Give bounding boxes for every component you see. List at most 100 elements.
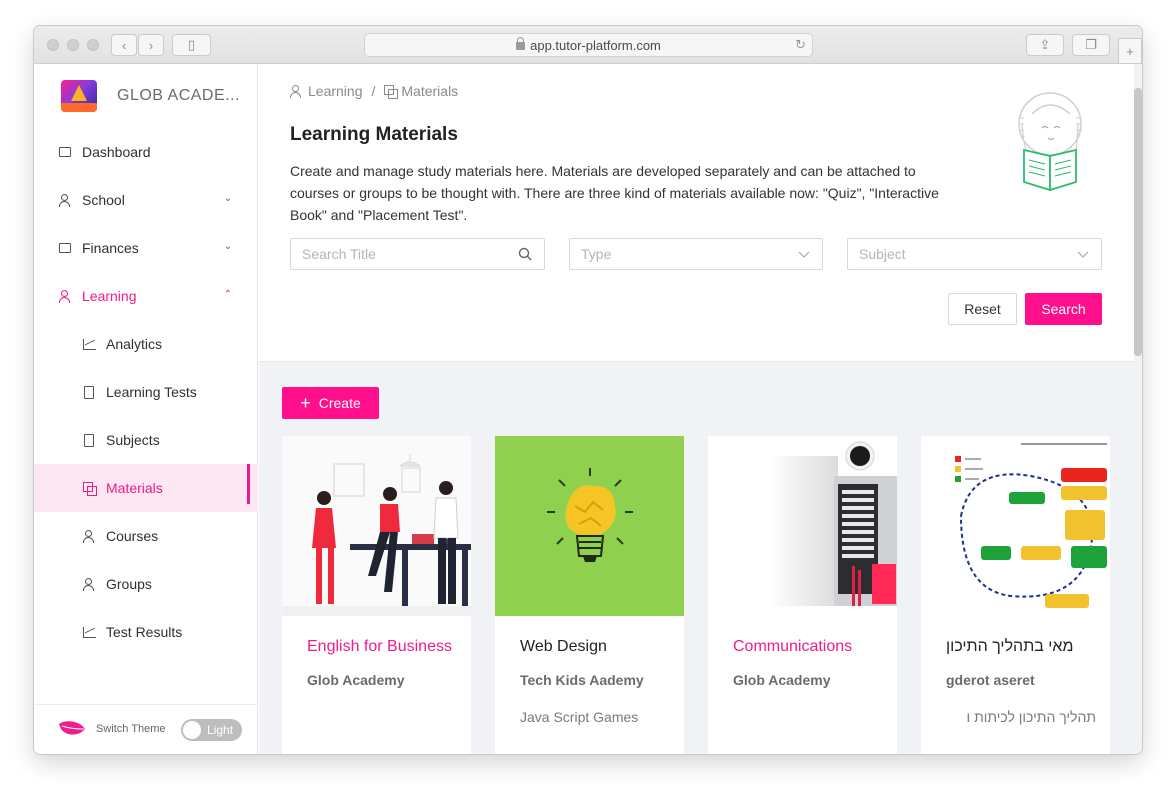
line-chart-icon xyxy=(82,625,96,639)
copy-icon xyxy=(384,85,399,99)
courses-icon xyxy=(82,529,96,543)
material-card[interactable]: English for Business Glob Academy xyxy=(282,436,471,754)
minimize-window-button[interactable] xyxy=(67,39,79,51)
sidebar-item-school[interactable]: School ⌄ xyxy=(34,176,258,224)
page-description: Create and manage study materials here. … xyxy=(290,163,939,223)
file-icon xyxy=(82,385,96,399)
create-label: Create xyxy=(318,395,361,411)
breadcrumb-separator: / xyxy=(371,83,376,99)
sidebar-footer: Switch Theme Light xyxy=(34,704,258,754)
card-subject: Java Script Games xyxy=(520,709,639,725)
learning-icon xyxy=(290,85,303,98)
card-title[interactable]: Web Design xyxy=(520,638,684,656)
dashboard-icon xyxy=(58,145,72,159)
reading-child-illustration xyxy=(1018,92,1082,192)
zoom-window-button[interactable] xyxy=(87,39,99,51)
chevron-down-icon: ⌄ xyxy=(223,193,232,204)
sidebar-toggle-icon[interactable]: ▯ xyxy=(172,34,211,56)
card-organization: gderot aseret xyxy=(946,672,1035,688)
material-card[interactable]: Web Design Tech Kids Aademy Java Script … xyxy=(495,436,684,754)
chevron-down-icon xyxy=(798,247,810,263)
sidebar-nav: Dashboard School ⌄ Finances ⌄ Learning ⌃… xyxy=(34,128,258,656)
learning-icon xyxy=(58,289,72,303)
reload-icon[interactable]: ↻ xyxy=(795,37,806,53)
material-card[interactable]: Communications Glob Academy xyxy=(708,436,897,754)
lock-icon xyxy=(516,37,526,50)
sidebar-item-label: Dashboard xyxy=(82,144,151,160)
card-organization: Tech Kids Aademy xyxy=(520,672,644,688)
lightbulb-illustration xyxy=(495,436,684,616)
breadcrumb-materials: Materials xyxy=(401,83,459,99)
card-title[interactable]: Communications xyxy=(733,638,897,656)
sidebar-item-label: Materials xyxy=(106,480,163,496)
scrollbar[interactable] xyxy=(1134,88,1142,356)
create-button[interactable]: + Create xyxy=(282,387,379,419)
card-image xyxy=(708,436,897,616)
type-placeholder: Type xyxy=(581,246,612,262)
sidebar-item-subjects[interactable]: Subjects xyxy=(34,416,258,464)
url-text: app.tutor-platform.com xyxy=(530,37,661,53)
book-icon xyxy=(82,433,96,447)
card-subject: תהליך התיכון לכיתות ו xyxy=(966,709,1096,725)
groups-icon xyxy=(82,577,96,591)
new-tab-button[interactable]: + xyxy=(1118,38,1142,64)
sidebar-item-analytics[interactable]: Analytics xyxy=(34,320,258,368)
sidebar-item-courses[interactable]: Courses xyxy=(34,512,258,560)
school-icon xyxy=(58,193,72,207)
reset-button[interactable]: Reset xyxy=(948,293,1017,325)
chevron-down-icon xyxy=(1077,247,1089,263)
browser-window: ‹ › ▯ app.tutor-platform.com ↻ ⇪ ❐ + GLO… xyxy=(34,26,1142,754)
brand[interactable]: GLOB ACADE... xyxy=(61,80,240,112)
chevron-down-icon: ⌄ xyxy=(223,241,232,252)
sidebar-item-label: Subjects xyxy=(106,432,160,448)
process-diagram-illustration xyxy=(921,436,1110,616)
chevron-up-icon: ⌃ xyxy=(223,289,232,300)
search-button[interactable]: Search xyxy=(1025,293,1102,325)
main-content: Learning / Materials Learning Materials … xyxy=(259,64,1142,754)
card-title[interactable]: מאי בתהליך התיכון xyxy=(946,638,1110,656)
brand-name: GLOB ACADE... xyxy=(117,87,240,104)
breadcrumb-learning[interactable]: Learning xyxy=(308,83,363,99)
search-icon[interactable] xyxy=(518,247,532,264)
card-image xyxy=(921,436,1110,616)
toggle-knob xyxy=(183,721,201,739)
tabs-overview-icon[interactable]: ❐ xyxy=(1072,34,1110,56)
sidebar-item-learning[interactable]: Learning ⌃ xyxy=(34,272,258,320)
material-card[interactable]: מאי בתהליך התיכון gderot aseret תהליך הת… xyxy=(921,436,1110,754)
sidebar: GLOB ACADE... Dashboard School ⌄ Finance… xyxy=(34,64,258,754)
office-people-illustration xyxy=(282,436,471,616)
leaf-icon xyxy=(59,721,85,735)
type-select[interactable]: Type xyxy=(569,238,823,270)
sidebar-item-label: Analytics xyxy=(106,336,163,352)
subject-placeholder: Subject xyxy=(859,246,906,262)
sidebar-item-finances[interactable]: Finances ⌄ xyxy=(34,224,258,272)
sidebar-item-label: Learning Tests xyxy=(106,384,197,400)
sidebar-item-label: Learning xyxy=(82,288,137,304)
page-header: Learning / Materials Learning Materials … xyxy=(259,64,1134,362)
card-image xyxy=(495,436,684,616)
sidebar-item-groups[interactable]: Groups xyxy=(34,560,258,608)
search-title-input[interactable]: Search Title xyxy=(290,238,545,270)
wallet-icon xyxy=(58,241,72,255)
switch-theme-label: Switch Theme xyxy=(96,723,166,735)
page-title: Learning Materials xyxy=(290,124,458,145)
sidebar-item-test-results[interactable]: Test Results xyxy=(34,608,258,656)
sidebar-item-label: Groups xyxy=(106,576,152,592)
breadcrumb: Learning / Materials xyxy=(290,83,458,99)
address-bar[interactable]: app.tutor-platform.com ↻ xyxy=(364,33,813,57)
subject-select[interactable]: Subject xyxy=(847,238,1102,270)
card-title[interactable]: English for Business xyxy=(307,638,471,656)
browser-titlebar: ‹ › ▯ app.tutor-platform.com ↻ ⇪ ❐ + xyxy=(34,26,1142,64)
sidebar-item-learning-tests[interactable]: Learning Tests xyxy=(34,368,258,416)
card-organization: Glob Academy xyxy=(307,672,405,688)
sidebar-item-label: Finances xyxy=(82,240,139,256)
sidebar-item-dashboard[interactable]: Dashboard xyxy=(34,128,258,176)
theme-toggle[interactable]: Light xyxy=(181,719,242,741)
sidebar-item-label: School xyxy=(82,192,125,208)
share-icon[interactable]: ⇪ xyxy=(1026,34,1064,56)
sidebar-item-materials[interactable]: Materials xyxy=(34,464,258,512)
forward-button[interactable]: › xyxy=(138,34,164,56)
back-button[interactable]: ‹ xyxy=(111,34,137,56)
card-organization: Glob Academy xyxy=(733,672,831,688)
close-window-button[interactable] xyxy=(47,39,59,51)
